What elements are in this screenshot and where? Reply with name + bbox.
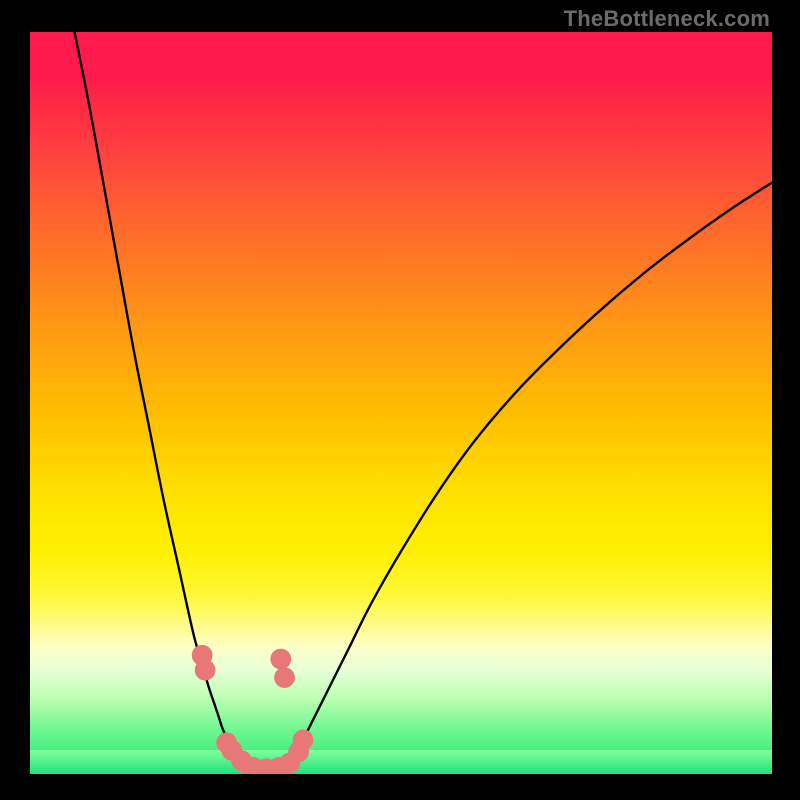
data-marker [195,660,216,681]
curves-svg [30,32,772,774]
right-curve [267,183,772,774]
plot-area [30,32,772,774]
data-marker [270,649,291,670]
left-curve [75,32,268,774]
data-marker [274,667,295,688]
chart-frame: TheBottleneck.com [0,0,800,800]
watermark-text: TheBottleneck.com [564,6,770,32]
data-markers [192,645,314,774]
data-marker [293,729,314,750]
